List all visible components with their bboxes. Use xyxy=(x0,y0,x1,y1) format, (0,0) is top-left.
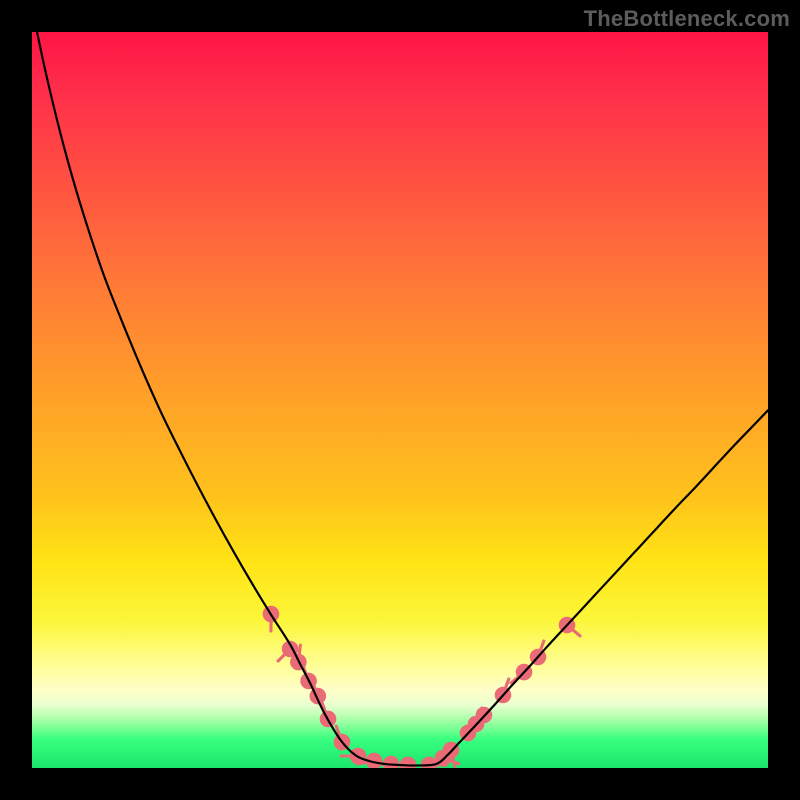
main-curve xyxy=(37,32,768,766)
marker-layer xyxy=(263,606,580,768)
chart-frame: TheBottleneck.com xyxy=(0,0,800,800)
chart-overlay-svg xyxy=(32,32,768,768)
watermark-label: TheBottleneck.com xyxy=(584,6,790,32)
chart-plot-area xyxy=(32,32,768,768)
